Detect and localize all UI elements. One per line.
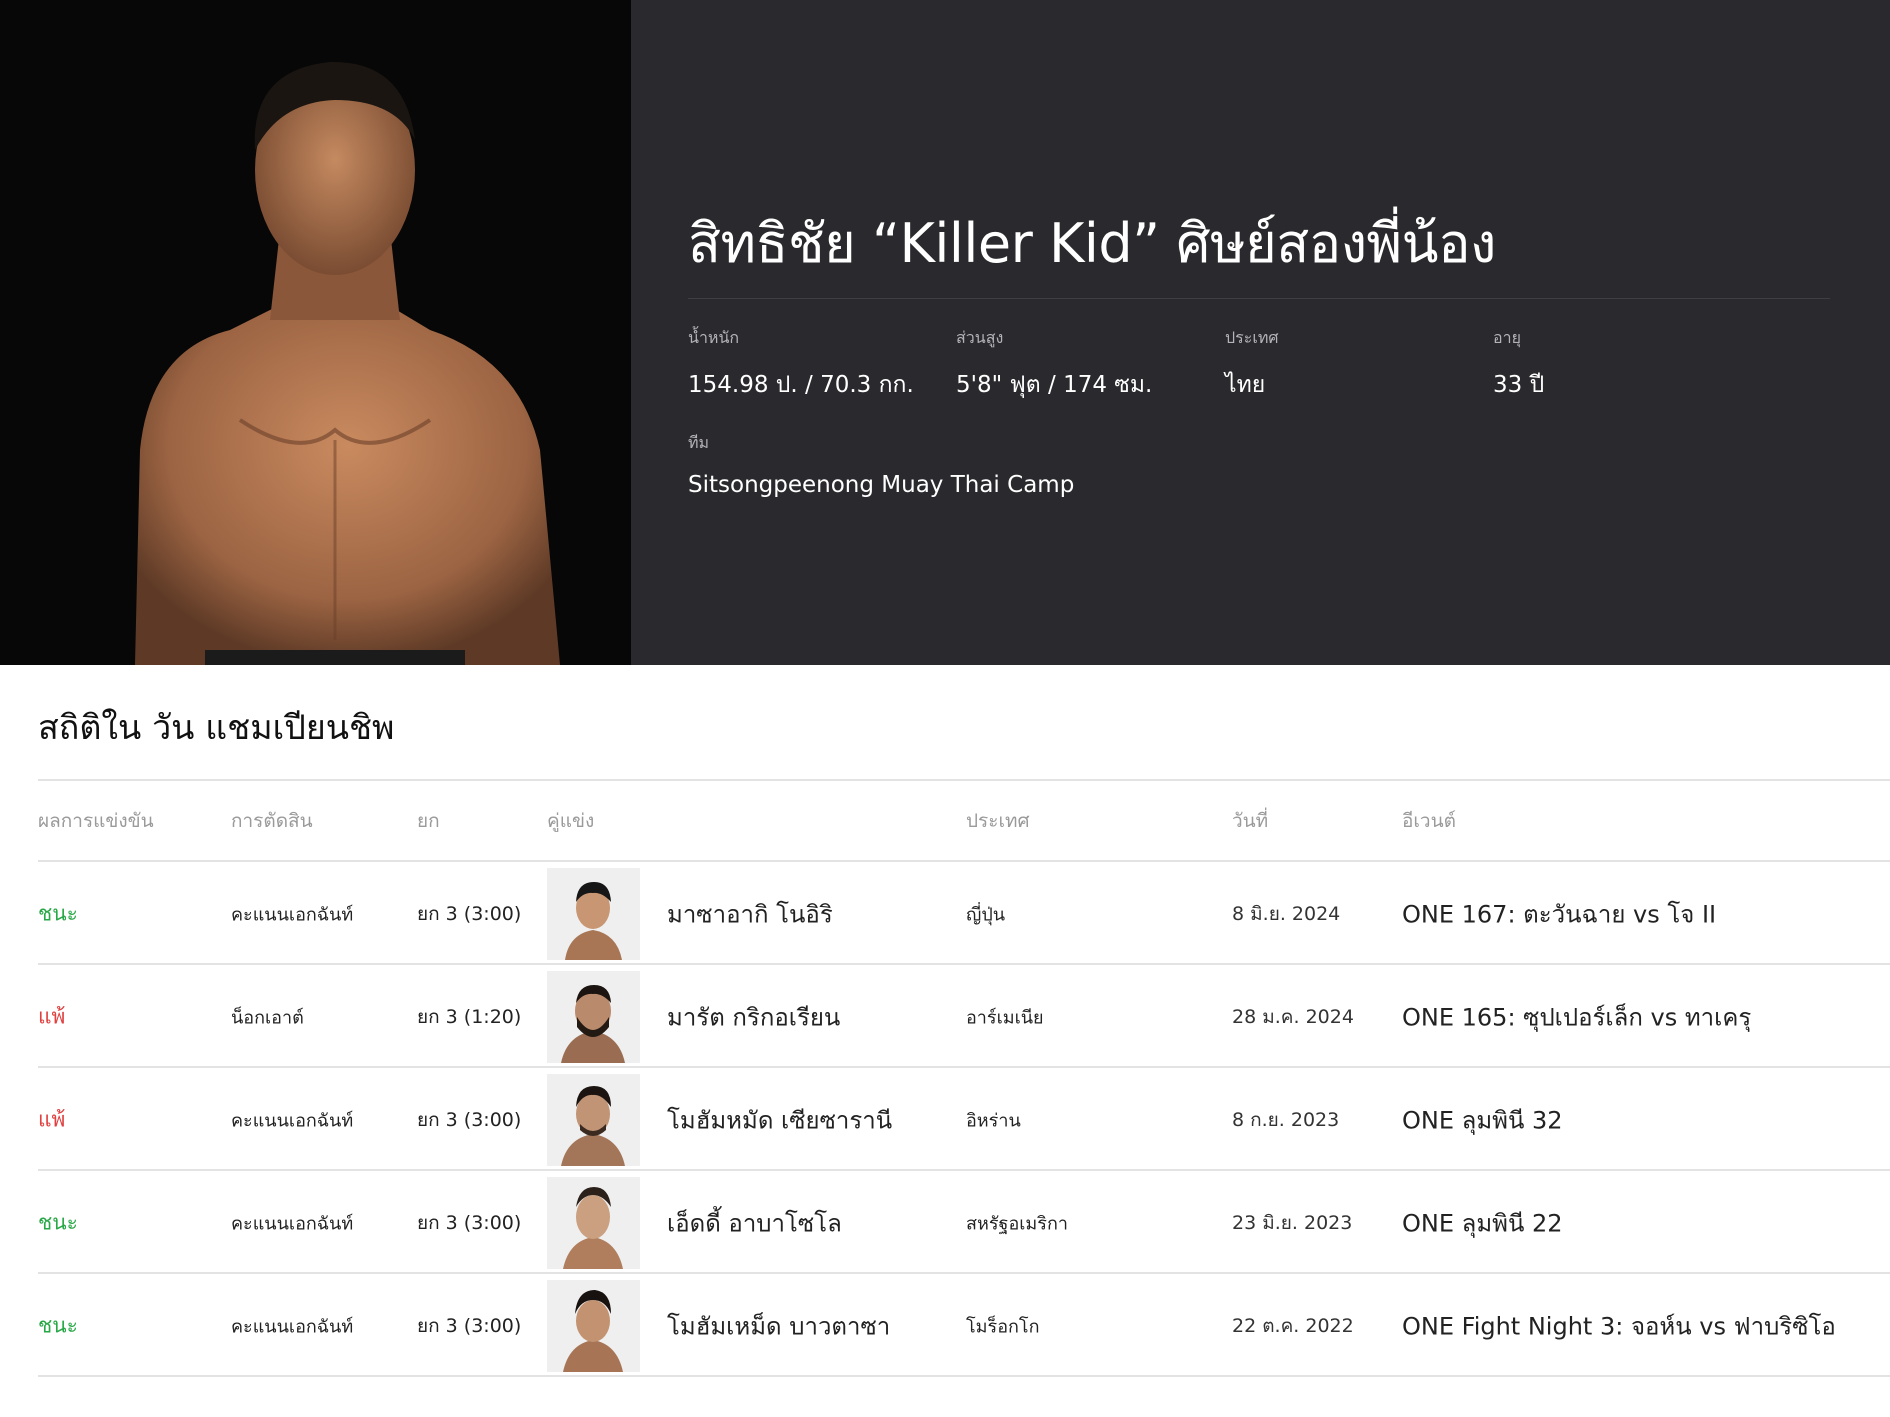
result-badge: แพ้: [38, 1107, 66, 1131]
table-row: ชนะ คะแนนเอกฉันท์ ยก 3 (3:00) เอ็ดดี้ อา…: [0, 1171, 1890, 1274]
opponent-name-link[interactable]: โมฮัมหมัด เซียซารานี: [667, 1100, 892, 1139]
divider: [38, 779, 1890, 781]
method-cell: คะแนนเอกฉันท์: [231, 904, 354, 925]
weight-stat: น้ำหนัก 154.98 ป. / 70.3 กก.: [688, 326, 914, 403]
country-cell: ญี่ปุ่น: [966, 904, 1006, 925]
height-value: 5'8" ฟุต / 174 ซม.: [956, 372, 1153, 398]
header-event: อีเวนต์: [1402, 810, 1456, 832]
event-link[interactable]: ONE ลุมพินี 32: [1402, 1100, 1563, 1139]
country-label: ประเทศ: [1225, 328, 1279, 347]
age-value: 33 ปี: [1493, 372, 1545, 398]
event-link[interactable]: ONE 167: ตะวันฉาย vs โจ II: [1402, 894, 1716, 933]
result-badge: ชนะ: [38, 901, 78, 925]
divider: [38, 1375, 1890, 1377]
opponent-avatar[interactable]: [547, 1280, 640, 1372]
round-cell: ยก 3 (3:00): [417, 1211, 522, 1234]
date-cell: 8 ก.ย. 2023: [1232, 1108, 1340, 1131]
round-cell: ยก 3 (1:20): [417, 1005, 522, 1028]
country-cell: อิหร่าน: [966, 1110, 1021, 1131]
method-cell: คะแนนเอกฉันท์: [231, 1110, 354, 1131]
header-round: ยก: [417, 810, 440, 832]
country-cell: โมร็อกโก: [966, 1316, 1040, 1337]
opponent-avatar[interactable]: [547, 971, 640, 1063]
country-value: ไทย: [1225, 372, 1266, 398]
round-cell: ยก 3 (3:00): [417, 1314, 522, 1337]
header-method: การตัดสิน: [231, 810, 313, 832]
fighter-photo-panel: [0, 0, 631, 665]
round-cell: ยก 3 (3:00): [417, 1108, 522, 1131]
stats-title: สถิติใน วัน แชมเปียนชิพ: [38, 708, 395, 748]
fighter-photo: [0, 0, 631, 665]
date-cell: 22 ต.ค. 2022: [1232, 1314, 1354, 1337]
date-cell: 28 ม.ค. 2024: [1232, 1005, 1354, 1028]
method-cell: น็อกเอาต์: [231, 1007, 304, 1028]
result-badge: ชนะ: [38, 1210, 78, 1234]
date-cell: 8 มิ.ย. 2024: [1232, 902, 1341, 925]
header-date: วันที่: [1232, 810, 1269, 832]
table-row: แพ้ คะแนนเอกฉันท์ ยก 3 (3:00) โมฮัมหมัด …: [0, 1068, 1890, 1171]
round-cell: ยก 3 (3:00): [417, 902, 522, 925]
team-stat: ทีม Sitsongpeenong Muay Thai Camp: [688, 431, 1074, 498]
fighter-hero: สิทธิชัย “Killer Kid” ศิษย์สองพี่น้อง น้…: [0, 0, 1890, 665]
method-cell: คะแนนเอกฉันท์: [231, 1316, 354, 1337]
event-link[interactable]: ONE Fight Night 3: จอห์น vs ฟาบริซิโอ: [1402, 1306, 1836, 1345]
table-header: ผลการแข่งขัน การตัดสิน ยก คู่แข่ง ประเทศ…: [0, 806, 1890, 836]
method-cell: คะแนนเอกฉันท์: [231, 1213, 354, 1234]
opponent-avatar[interactable]: [547, 868, 640, 960]
weight-label: น้ำหนัก: [688, 328, 740, 347]
opponent-name-link[interactable]: โมฮัมเหม็ด บาวตาซา: [667, 1306, 890, 1345]
opponent-name-link[interactable]: เอ็ดดี้ อาบาโซโล: [667, 1203, 842, 1242]
table-row: ชนะ คะแนนเอกฉันท์ ยก 3 (3:00) โมฮัมเหม็ด…: [0, 1274, 1890, 1377]
opponent-name-link[interactable]: มารัต กริกอเรียน: [667, 997, 840, 1036]
age-stat: อายุ 33 ปี: [1493, 326, 1544, 403]
date-cell: 23 มิ.ย. 2023: [1232, 1211, 1353, 1234]
team-label: ทีม: [688, 433, 710, 452]
header-country: ประเทศ: [966, 810, 1030, 832]
weight-value: 154.98 ป. / 70.3 กก.: [688, 372, 914, 398]
fighter-name: สิทธิชัย “Killer Kid” ศิษย์สองพี่น้อง: [688, 212, 1496, 275]
event-link[interactable]: ONE ลุมพินี 22: [1402, 1203, 1563, 1242]
table-row: แพ้ น็อกเอาต์ ยก 3 (1:20) มารัต กริกอเรี…: [0, 965, 1890, 1068]
result-badge: แพ้: [38, 1004, 66, 1028]
height-label: ส่วนสูง: [956, 328, 1004, 347]
height-stat: ส่วนสูง 5'8" ฟุต / 174 ซม.: [956, 326, 1152, 403]
event-link[interactable]: ONE 165: ซุปเปอร์เล็ก vs ทาเครุ: [1402, 997, 1751, 1036]
country-stat: ประเทศ ไทย: [1225, 326, 1279, 403]
opponent-name-link[interactable]: มาซาอากิ โนอิริ: [667, 894, 833, 933]
team-value[interactable]: Sitsongpeenong Muay Thai Camp: [688, 472, 1074, 498]
result-badge: ชนะ: [38, 1313, 78, 1337]
header-result: ผลการแข่งขัน: [38, 810, 154, 832]
opponent-avatar[interactable]: [547, 1074, 640, 1166]
table-row: ชนะ คะแนนเอกฉันท์ ยก 3 (3:00) มาซาอากิ โ…: [0, 862, 1890, 965]
divider: [688, 298, 1830, 299]
country-cell: สหรัฐอเมริกา: [966, 1213, 1068, 1234]
age-label: อายุ: [1493, 328, 1521, 347]
opponent-avatar[interactable]: [547, 1177, 640, 1269]
header-opponent: คู่แข่ง: [547, 810, 595, 832]
country-cell: อาร์เมเนีย: [966, 1007, 1044, 1028]
fighter-info-panel: สิทธิชัย “Killer Kid” ศิษย์สองพี่น้อง น้…: [631, 0, 1890, 665]
